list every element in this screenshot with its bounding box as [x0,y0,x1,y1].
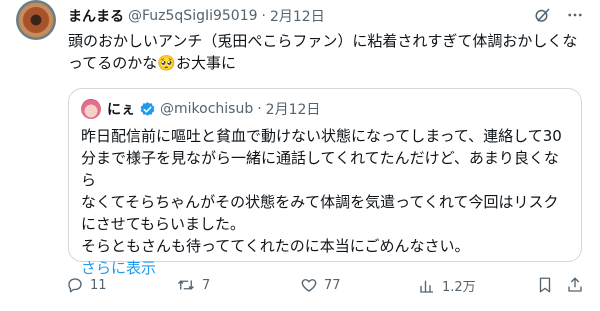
quoted-author-name[interactable]: にぇ [107,99,135,119]
reply-icon [66,276,84,294]
views-button[interactable]: 1.2万 [418,276,476,295]
tweet-header: まんまる @Fuz5qSigIi95019 · 2月12日 [68,6,584,26]
tweet-date[interactable]: 2月12日 [270,6,325,26]
quoted-text-line: 昨日配信前に嘔吐と貧血で動けない状態になってしまって、連絡して30 [81,127,562,145]
quoted-author-handle[interactable]: @mikochisub [160,101,253,117]
quoted-tweet[interactable]: にぇ @mikochisub · 2月12日 昨日配信前に嘔吐と貧血で動けない状… [68,88,582,277]
quoted-text-line: そらともさんも待っててくれたのに本当にごめんなさい。 [81,237,470,255]
pleading-face-emoji: 🥺 [157,54,176,72]
quoted-tweet-text: 昨日配信前に嘔吐と貧血で動けない状態になってしまって、連絡して30 分まで様子を… [81,125,569,279]
more-icon[interactable] [566,6,584,24]
separator-dot: · [261,8,266,24]
header-icons [534,6,584,24]
reply-button[interactable]: 11 [66,276,107,294]
repost-count: 7 [202,277,211,293]
separator-dot: · [257,101,262,117]
quoted-text-line: なくてそらちゃんがその状態をみて体調を気遣ってくれて今回はリスク [81,193,559,211]
heart-icon [300,276,318,294]
quoted-text-line: 分まで様子を見ながら一緒に通話してくれてたんだけど、あまり良くなら [81,149,559,189]
quoted-tweet-date[interactable]: 2月12日 [266,99,321,119]
tweet-text-line: ってるのかな🥺お大事に [68,52,584,74]
author-handle[interactable]: @Fuz5qSigIi95019 [128,8,258,24]
reply-count: 11 [90,277,107,293]
share-icon [566,276,584,294]
tweet-text-segment: お大事に [175,54,236,72]
views-count: 1.2万 [442,280,476,295]
quoted-tweet-header: にぇ @mikochisub · 2月12日 [81,99,320,119]
author-name[interactable]: まんまる [68,6,124,26]
tweet-text-line: 頭のおかしいアンチ（兎田ぺこらファン）に粘着されすぎて体調おかしくな [68,32,578,50]
like-count: 77 [324,277,341,293]
like-button[interactable]: 77 [300,276,341,294]
bookmark-button[interactable] [536,276,554,294]
tweet-text-segment: ってるのかな [68,54,158,72]
tweet: まんまる @Fuz5qSigIi95019 · 2月12日 頭のおかしいアンチ（… [0,0,600,311]
bookmark-icon [536,276,554,294]
repost-button[interactable]: 7 [176,276,210,294]
grok-icon[interactable] [534,6,552,24]
verified-badge-icon [139,101,156,118]
quoted-text-line: にさせてもらいました。 [81,215,245,233]
share-button[interactable] [566,276,584,294]
quoted-author-avatar[interactable] [81,99,101,119]
views-icon [418,277,436,295]
action-bar: 11 7 77 1.2万 [66,276,586,296]
repost-icon [176,276,196,294]
tweet-text: 頭のおかしいアンチ（兎田ぺこらファン）に粘着されすぎて体調おかしくな ってるのか… [68,30,584,74]
author-avatar[interactable] [16,0,56,40]
